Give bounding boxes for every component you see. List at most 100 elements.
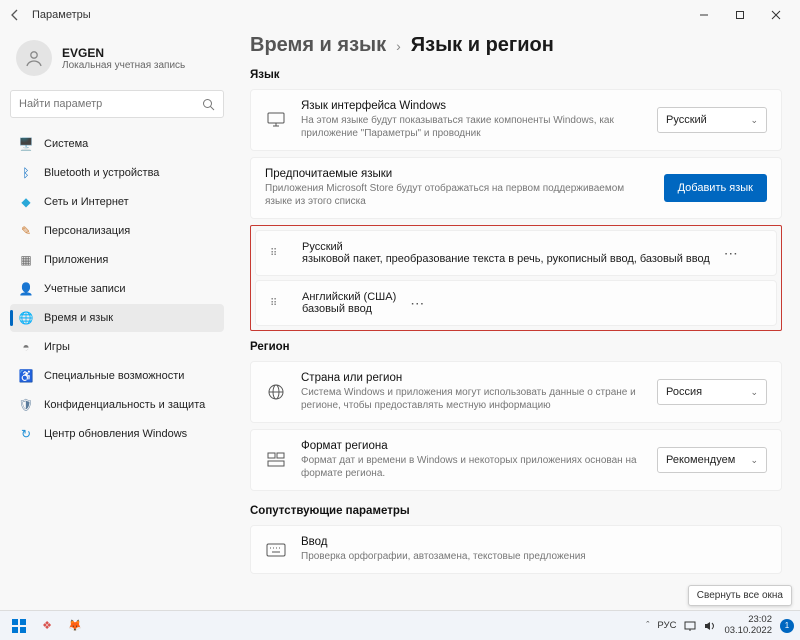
sidebar-item[interactable]: 👤 Учетные записи [10, 275, 224, 303]
language-item[interactable]: ⠿ Русский языковой пакет, преобразование… [255, 230, 777, 276]
window-title: Параметры [32, 9, 91, 21]
language-name: Английский (США) [302, 291, 396, 303]
breadcrumb: Время и язык › Язык и регион [250, 34, 782, 57]
tray-time: 23:02 [724, 615, 772, 625]
display-language-title: Язык интерфейса Windows [301, 100, 643, 112]
nav-icon: 🛡 [18, 397, 34, 413]
language-desc: языковой пакет, преобразование текста в … [302, 253, 710, 265]
region-format-icon [265, 452, 287, 468]
nav-icon: 👤 [18, 281, 34, 297]
nav-icon: ◆ [18, 194, 34, 210]
section-related-heading: Сопутствующие параметры [250, 505, 782, 517]
sidebar-item[interactable]: 🌐 Время и язык [10, 304, 224, 332]
minimize-button[interactable] [686, 1, 722, 29]
breadcrumb-current: Язык и регион [411, 34, 554, 57]
nav-label: Приложения [44, 254, 108, 266]
user-name: EVGEN [62, 46, 185, 60]
search-input[interactable] [19, 98, 202, 110]
tray-date: 03.10.2022 [724, 626, 772, 636]
nav-icon: ▦ [18, 252, 34, 268]
display-language-card: Язык интерфейса Windows На этом языке бу… [250, 89, 782, 151]
sidebar-item[interactable]: ◓ Игры [10, 333, 224, 361]
sidebar-item[interactable]: ᛒ Bluetooth и устройства [10, 159, 224, 187]
sidebar-item[interactable]: 🛡 Конфиденциальность и защита [10, 391, 224, 419]
globe-icon [265, 383, 287, 401]
chevron-down-icon: ⌄ [750, 455, 758, 466]
input-card[interactable]: Ввод Проверка орфографии, автозамена, те… [250, 525, 782, 574]
display-language-desc: На этом языке будут показываться такие к… [301, 114, 643, 140]
format-dropdown[interactable]: Рекомендуем ⌄ [657, 447, 767, 473]
monitor-icon [265, 112, 287, 128]
search-icon [202, 98, 215, 111]
nav-list: 🖥️ Система ᛒ Bluetooth и устройства ◆ Сеть и … [10, 130, 224, 448]
section-region-heading: Регион [250, 341, 782, 353]
tray-datetime[interactable]: 23:02 03.10.2022 [724, 615, 772, 636]
input-desc: Проверка орфографии, автозамена, текстов… [301, 550, 767, 563]
nav-label: Система [44, 138, 88, 150]
sidebar-item[interactable]: ↻Центр обновления Windows [10, 420, 224, 448]
nav-label: Учетные записи [44, 283, 126, 295]
add-language-button[interactable]: Добавить язык [664, 174, 767, 202]
country-title: Страна или регион [301, 372, 643, 384]
drag-handle-icon[interactable]: ⠿ [270, 301, 288, 306]
taskbar-app-icon[interactable]: 🦊 [64, 615, 86, 637]
language-list-highlight: ⠿ Русский языковой пакет, преобразование… [250, 225, 782, 331]
more-button[interactable]: ⋯ [724, 245, 739, 262]
nav-label: Специальные возможности [44, 370, 184, 382]
nav-icon: ᛒ [18, 165, 34, 181]
nav-icon: ♿ [18, 368, 34, 384]
nav-icon: 🖥️ [18, 136, 34, 152]
chevron-down-icon: ⌄ [750, 115, 758, 126]
nav-label: Bluetooth и устройства [44, 167, 159, 179]
sidebar-item[interactable]: ✎Персонализация [10, 217, 224, 245]
breadcrumb-parent[interactable]: Время и язык [250, 34, 386, 57]
notifications-icon[interactable]: 1 [780, 619, 794, 633]
country-dropdown[interactable]: Россия ⌄ [657, 379, 767, 405]
format-title: Формат региона [301, 440, 643, 452]
nav-label: Время и язык [44, 312, 113, 324]
tray-tooltip: Свернуть все окна [688, 585, 792, 606]
language-desc: базовый ввод [302, 303, 396, 315]
tray-chevron-icon[interactable]: ˆ [646, 620, 649, 631]
nav-icon: ◓ [18, 339, 34, 355]
more-button[interactable]: ⋯ [410, 295, 425, 312]
main-panel: Время и язык › Язык и регион Язык Язык и… [232, 30, 800, 615]
language-item[interactable]: ⠿ Английский (США) базовый ввод ⋯ [255, 280, 777, 326]
search-box[interactable] [10, 90, 224, 118]
nav-label: Персонализация [44, 225, 130, 237]
display-language-dropdown[interactable]: Русский ⌄ [657, 107, 767, 133]
nav-label: Конфиденциальность и защита [44, 399, 205, 411]
nav-icon: 🌐 [18, 310, 34, 326]
country-card: Страна или регион Система Windows и прил… [250, 361, 782, 423]
nav-label: Сеть и Интернет [44, 196, 129, 208]
country-desc: Система Windows и приложения могут испол… [301, 386, 643, 412]
chevron-down-icon: ⌄ [750, 387, 758, 398]
title-bar: Параметры [0, 0, 800, 30]
back-button[interactable] [6, 5, 26, 25]
nav-label: Игры [44, 341, 70, 353]
preferred-languages-card: Предпочитаемые языки Приложения Microsof… [250, 157, 782, 219]
country-value: Россия [666, 386, 702, 398]
volume-icon[interactable] [704, 621, 716, 631]
sidebar-item[interactable]: ♿ Специальные возможности [10, 362, 224, 390]
maximize-button[interactable] [722, 1, 758, 29]
taskbar-app-icon[interactable]: ❖ [36, 615, 58, 637]
section-language-heading: Язык [250, 69, 782, 81]
user-block[interactable]: EVGEN Локальная учетная запись [10, 34, 224, 90]
taskbar: ❖ 🦊 ˆ РУС 23:02 03.10.2022 1 [0, 610, 800, 640]
format-value: Рекомендуем [666, 454, 735, 466]
start-button[interactable] [8, 615, 30, 637]
chevron-right-icon: › [396, 38, 401, 54]
preferred-desc: Приложения Microsoft Store будут отображ… [265, 182, 650, 208]
sidebar-item[interactable]: 🖥️ Система [10, 130, 224, 158]
language-name: Русский [302, 241, 710, 253]
close-button[interactable] [758, 1, 794, 29]
sidebar-item[interactable]: ◆ Сеть и Интернет [10, 188, 224, 216]
tray-lang[interactable]: РУС [657, 620, 676, 631]
display-language-value: Русский [666, 114, 707, 126]
nav-label: Центр обновления Windows [44, 428, 187, 440]
network-icon[interactable] [684, 621, 696, 631]
sidebar-item[interactable]: ▦ Приложения [10, 246, 224, 274]
avatar [16, 40, 52, 76]
drag-handle-icon[interactable]: ⠿ [270, 251, 288, 256]
